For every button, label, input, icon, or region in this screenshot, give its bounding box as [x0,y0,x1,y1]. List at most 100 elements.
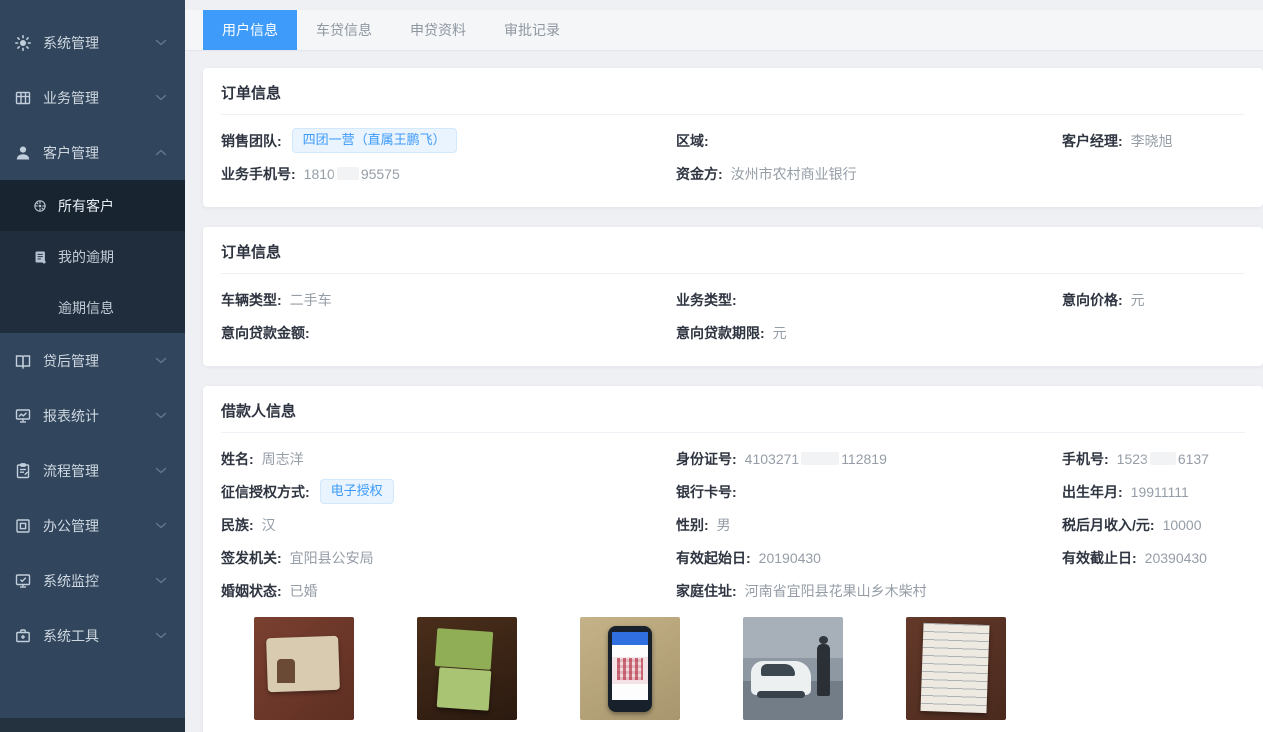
sidebar-item-business-management[interactable]: 业务管理 [0,70,185,125]
photo-item [906,617,1006,732]
field-value: 19911111 [1131,484,1189,500]
sidebar-subitem-all-customers[interactable]: 所有客户 [0,180,185,231]
field-label: 出生年月: [1062,482,1123,502]
field-sales-team: 销售团队: 四团一营（直属王鹏飞） [221,124,676,157]
field-label: 业务手机号: [221,164,296,184]
card-order-info-1: 订单信息销售团队:四团一营（直属王鹏飞）区域:客户经理:李晓旭业务手机号:181… [203,68,1263,207]
field-valid-from: 有效起始日:20190430 [676,541,1062,574]
masked-suffix: 112819 [841,451,887,467]
field-tag[interactable]: 四团一营（直属王鹏飞） [292,128,457,152]
field-business-phone: 业务手机号: 181095575 [221,157,676,190]
submenu-customer-management: 所有客户我的逾期逾期信息 [0,180,185,333]
sidebar-subitem-my-overdue[interactable]: 我的逾期 [0,231,185,282]
field-value-masked: 181095575 [304,166,400,182]
chevron-down-icon [155,94,167,101]
person-shape [817,644,830,696]
field-value: 20190430 [759,550,821,566]
card-title: 订单信息 [203,68,1263,114]
field-label: 手机号: [1062,449,1109,469]
sidebar-item-customer-management[interactable]: 客户管理 [0,125,185,180]
tab-bar: 用户信息车贷信息申贷资料审批记录 [185,10,1263,51]
monitor-check-icon [14,572,32,590]
photo-item [417,617,517,732]
chevron-down-icon [155,577,167,584]
monitor-chart-icon [14,407,32,425]
field-label: 身份证号: [676,449,737,469]
card-body: 销售团队:四团一营（直属王鹏飞）区域:客户经理:李晓旭业务手机号:1810955… [203,115,1263,207]
sidebar-subitem-overdue-info[interactable]: 逾期信息 [0,282,185,333]
field-value: 元 [773,323,787,343]
sidebar-item-system-monitor[interactable]: 系统监控 [0,553,185,608]
field-grid: 销售团队:四团一营（直属王鹏飞）区域:客户经理:李晓旭业务手机号:1810955… [221,124,1245,190]
field-value: 男 [717,515,731,535]
book-icon [14,352,32,370]
tab-user-info[interactable]: 用户信息 [203,10,297,50]
field-region: 区域: [676,124,1062,157]
field-label: 有效截止日: [1062,548,1137,568]
sidebar: 系统管理业务管理客户管理所有客户我的逾期逾期信息贷后管理报表统计流程管理办公管理… [0,0,185,732]
sidebar-footer [0,718,185,732]
field-marital-status: 婚姻状态:已婚 [221,574,676,607]
tab-loan-application-docs[interactable]: 申贷资料 [391,10,485,50]
person-with-car-photo[interactable] [743,617,843,720]
sidebar-item-process-management[interactable]: 流程管理 [0,443,185,498]
field-home-address: 家庭住址:河南省宜阳县花果山乡木柴村 [676,574,1062,607]
sidebar-subitem-label: 我的逾期 [58,247,114,267]
sidebar-item-system-management[interactable]: 系统管理 [0,15,185,70]
chevron-down-icon [155,467,167,474]
field-value: 河南省宜阳县花果山乡木柴村 [745,581,927,601]
sidebar-item-label: 流程管理 [43,461,99,481]
field-label: 意向价格: [1062,290,1123,310]
field-ethnicity: 民族:汉 [221,508,676,541]
photo-row [254,617,1245,732]
drivers-license-photo[interactable] [417,617,517,720]
sidebar-item-report-statistics[interactable]: 报表统计 [0,388,185,443]
ledger-icon [32,249,48,265]
photo-item [580,617,680,732]
sidebar-item-label: 报表统计 [43,406,99,426]
photo-item [254,617,354,732]
chevron-down-icon [155,522,167,529]
field-label: 征信授权方式: [221,482,310,502]
field-intended-loan-term: 意向贷款期限:元 [676,316,1062,349]
field-vehicle-type: 车辆类型:二手车 [221,283,676,316]
field-name: 姓名:周志洋 [221,442,676,475]
field-label: 销售团队: [221,131,282,151]
sidebar-item-office-management[interactable]: 办公管理 [0,498,185,553]
field-value-masked: 15236137 [1117,451,1209,467]
field-empty [1062,574,1245,607]
field-grid: 车辆类型:二手车业务类型:意向价格:元意向贷款金额:意向贷款期限:元 [221,283,1245,349]
sidebar-item-label: 办公管理 [43,516,99,536]
field-value: 汝州市农村商业银行 [731,164,857,184]
field-valid-until: 有效截止日:20390430 [1062,541,1245,574]
sidebar-item-label: 客户管理 [43,143,99,163]
tab-approval-records[interactable]: 审批记录 [485,10,579,50]
field-value: 元 [1131,290,1145,310]
sidebar-item-label: 业务管理 [43,88,99,108]
phone-qr-photo[interactable] [580,617,680,720]
sidebar-nav: 系统管理业务管理客户管理所有客户我的逾期逾期信息贷后管理报表统计流程管理办公管理… [0,0,185,663]
nested-square-icon [14,517,32,535]
tab-car-loan-info[interactable]: 车贷信息 [297,10,391,50]
car-shape [751,661,811,695]
field-label: 车辆类型: [221,290,282,310]
wheel-icon [32,198,48,214]
sidebar-item-post-loan-management[interactable]: 贷后管理 [0,333,185,388]
sidebar-item-system-tools[interactable]: 系统工具 [0,608,185,663]
grid-icon [14,89,32,107]
chevron-down-icon [155,632,167,639]
sidebar-subitem-label: 所有客户 [58,196,114,216]
field-issuing-authority: 签发机关:宜阳县公安局 [221,541,676,574]
main-content: 用户信息车贷信息申贷资料审批记录 订单信息销售团队: 四团一营（直属王鹏飞） 区域:… [185,0,1263,732]
field-value: 李晓旭 [1131,131,1173,151]
handwritten-document-photo[interactable] [906,617,1006,720]
field-value: 10000 [1163,517,1202,533]
cards-container: 订单信息销售团队:四团一营（直属王鹏飞）区域:客户经理:李晓旭业务手机号:181… [185,51,1263,732]
id-card-photo[interactable] [254,617,354,720]
field-bank-card-number: 银行卡号: [676,475,1062,508]
field-label: 婚姻状态: [221,581,282,601]
field-label: 意向贷款金额: [221,323,310,343]
user-icon [14,144,32,162]
blurred-segment [337,167,359,180]
sidebar-item-label: 系统监控 [43,571,99,591]
